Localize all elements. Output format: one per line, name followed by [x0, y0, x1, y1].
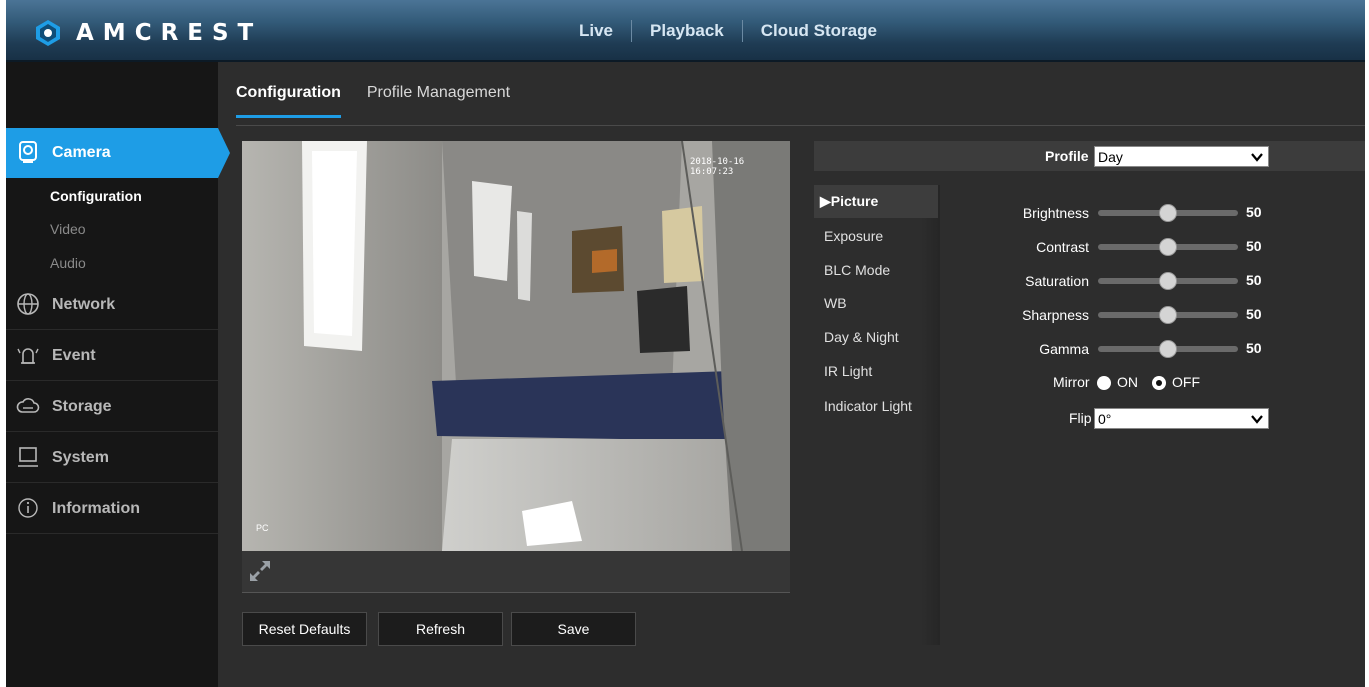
menu-item-day-night[interactable]: Day & Night [824, 329, 899, 345]
globe-icon [17, 293, 39, 315]
camera-icon [19, 141, 37, 163]
menu-item-ir-light[interactable]: IR Light [824, 363, 872, 379]
video-toolbar [242, 551, 790, 593]
app-frame: AMCREST Live Playback Cloud Storage Came… [0, 0, 1369, 687]
sidebar-sub-configuration[interactable]: Configuration [50, 188, 142, 204]
monitor-icon [18, 447, 38, 467]
fullscreen-icon[interactable] [246, 557, 274, 585]
sharpness-label: Sharpness [1022, 307, 1089, 323]
video-osd-label: PC [256, 523, 269, 533]
mirror-off-radio[interactable] [1152, 376, 1166, 390]
mirror-on-label: ON [1117, 374, 1138, 390]
tab-configuration[interactable]: Configuration [236, 84, 341, 118]
refresh-button[interactable]: Refresh [378, 612, 503, 646]
slider-handle[interactable] [1159, 340, 1177, 358]
reset-defaults-button[interactable]: Reset Defaults [242, 612, 367, 646]
sidebar-item-label: Event [52, 346, 96, 364]
nav-live[interactable]: Live [561, 21, 631, 41]
contrast-value: 50 [1246, 238, 1262, 254]
chevron-down-icon [1251, 415, 1263, 424]
sidebar-item-label: Information [52, 499, 140, 517]
sidebar-item-label: Network [52, 295, 116, 313]
gamma-label: Gamma [1039, 341, 1089, 357]
camera-scene-image [242, 141, 790, 551]
profile-label: Profile [1045, 148, 1089, 164]
sharpness-slider[interactable] [1098, 306, 1238, 324]
brightness-label: Brightness [1022, 205, 1089, 221]
menu-item-indicator-light[interactable]: Indicator Light [824, 398, 912, 414]
sidebar-item-label: System [52, 448, 109, 466]
top-header: AMCREST Live Playback Cloud Storage [6, 0, 1365, 62]
brightness-slider[interactable] [1098, 204, 1238, 222]
brand-name: AMCREST [76, 20, 263, 46]
profile-select-value: Day [1098, 148, 1123, 165]
menu-item-wb[interactable]: WB [824, 295, 847, 311]
nav-playback[interactable]: Playback [632, 21, 742, 41]
page-tabs: Configuration Profile Management [236, 84, 536, 118]
menu-item-exposure[interactable]: Exposure [824, 228, 883, 244]
sidebar-item-camera[interactable]: Camera [6, 128, 230, 178]
sidebar-item-network[interactable]: Network [6, 280, 218, 330]
mirror-label: Mirror [1053, 374, 1090, 390]
mirror-on-radio[interactable] [1097, 376, 1111, 390]
slider-handle[interactable] [1159, 238, 1177, 256]
slider-handle[interactable] [1159, 272, 1177, 290]
contrast-label: Contrast [1036, 239, 1089, 255]
saturation-slider[interactable] [1098, 272, 1238, 290]
gamma-value: 50 [1246, 340, 1262, 356]
contrast-slider[interactable] [1098, 238, 1238, 256]
brand-logo: AMCREST [34, 19, 262, 47]
save-button[interactable]: Save [511, 612, 636, 646]
flip-select[interactable]: 0° [1094, 408, 1269, 429]
saturation-value: 50 [1246, 272, 1262, 288]
saturation-label: Saturation [1025, 273, 1089, 289]
flip-select-value: 0° [1098, 410, 1112, 427]
sidebar-item-label: Storage [52, 397, 112, 415]
sidebar: Camera Configuration Video Audio Network… [6, 62, 230, 687]
sidebar-item-information[interactable]: Information [6, 484, 218, 534]
tab-profile-management[interactable]: Profile Management [367, 84, 510, 118]
menu-item-blc-mode[interactable]: BLC Mode [824, 262, 890, 278]
brightness-value: 50 [1246, 204, 1262, 220]
sidebar-item-event[interactable]: Event [6, 331, 218, 381]
info-icon [18, 498, 38, 518]
sidebar-sub-video[interactable]: Video [50, 221, 86, 237]
amcrest-logo-icon [36, 20, 60, 46]
sidebar-sub-audio[interactable]: Audio [50, 255, 86, 271]
chevron-down-icon [1251, 153, 1263, 162]
settings-menu [814, 185, 940, 645]
slider-handle[interactable] [1159, 306, 1177, 324]
sidebar-item-storage[interactable]: Storage [6, 382, 218, 432]
flip-label: Flip [1069, 410, 1092, 426]
profile-bar [814, 141, 1365, 171]
profile-select[interactable]: Day [1094, 146, 1269, 167]
video-timestamp: 2018-10-16 16:07:23 [690, 157, 745, 177]
alarm-icon [17, 348, 39, 364]
tab-divider [236, 125, 1365, 126]
sidebar-item-system[interactable]: System [6, 433, 218, 483]
mirror-off-label: OFF [1172, 374, 1200, 390]
top-navigation: Live Playback Cloud Storage [561, 20, 895, 42]
gamma-slider[interactable] [1098, 340, 1238, 358]
menu-item-picture[interactable]: ▶Picture [814, 185, 938, 218]
cloud-icon [16, 398, 40, 413]
live-video-preview[interactable]: 2018-10-16 16:07:23 PC [242, 141, 790, 551]
sidebar-item-label: Camera [52, 144, 111, 161]
sharpness-value: 50 [1246, 306, 1262, 322]
slider-handle[interactable] [1159, 204, 1177, 222]
nav-cloud-storage[interactable]: Cloud Storage [743, 21, 895, 41]
